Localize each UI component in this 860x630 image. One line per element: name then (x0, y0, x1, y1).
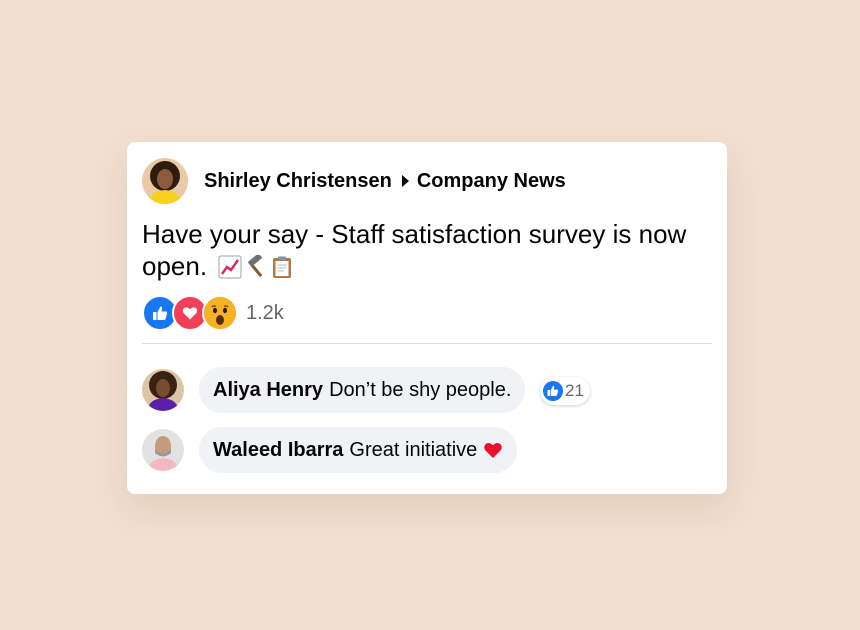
commenter-name[interactable]: Waleed Ibarra (213, 439, 343, 462)
red-heart-icon (483, 440, 503, 460)
comment-text: Great initiative (349, 438, 478, 461)
post-emojis (218, 253, 294, 286)
like-icon (543, 381, 563, 401)
group-name[interactable]: Company News (417, 170, 566, 193)
post-header: Shirley Christensen Company News (204, 169, 566, 193)
commenter-name[interactable]: Aliya Henry (213, 379, 323, 402)
reactions-summary[interactable]: 1.2k (142, 295, 284, 331)
commenter-avatar[interactable] (142, 429, 184, 471)
caret-right-icon (401, 175, 409, 187)
comment-bubble: Waleed Ibarra Great initiative (199, 427, 518, 473)
author-avatar[interactable] (142, 158, 188, 204)
post-body: Have your say - Staff satisfaction surve… (142, 218, 712, 286)
author-name[interactable]: Shirley Christensen (204, 170, 392, 193)
comment-text: Don’t be shy people. (329, 378, 512, 401)
reaction-count: 1.2k (246, 301, 284, 324)
clipboard-icon (270, 254, 294, 286)
hammer-icon (244, 253, 268, 286)
divider (142, 343, 712, 344)
chart-increasing-icon (218, 254, 242, 286)
wow-icon (202, 295, 238, 331)
comment-like-badge[interactable]: 21 (540, 377, 590, 405)
post-card: Shirley Christensen Company News Have yo… (127, 142, 727, 494)
commenter-avatar[interactable] (142, 369, 184, 411)
comment-bubble: Aliya Henry Don’t be shy people. (199, 367, 526, 413)
comment-like-count: 21 (565, 381, 584, 400)
